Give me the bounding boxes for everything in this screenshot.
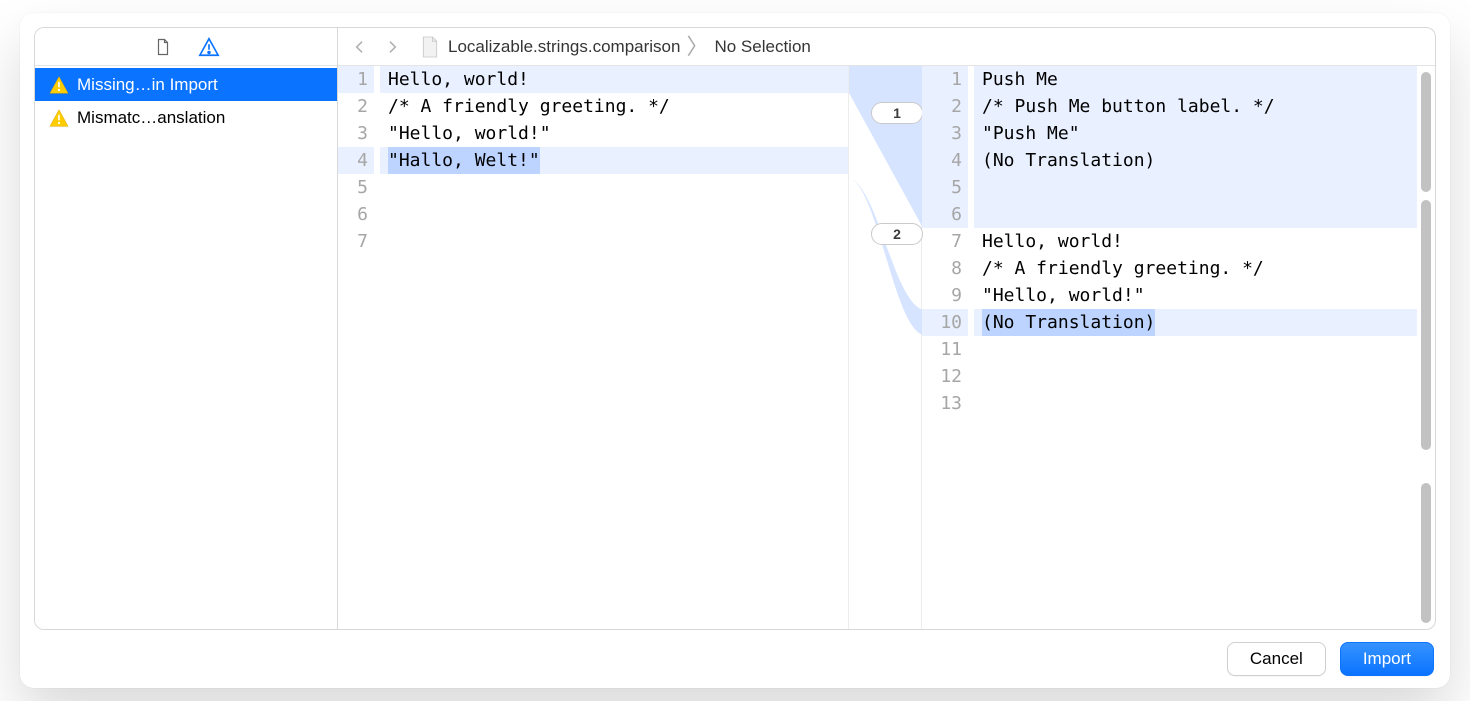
breadcrumb-selection[interactable]: No Selection [714,37,810,57]
file-icon [420,35,440,59]
right-code-line[interactable]: Hello, world! [974,228,1417,255]
left-code-line[interactable] [380,228,848,255]
right-code-line[interactable]: /* Push Me button label. */ [974,93,1417,120]
dialog-footer: Cancel Import [20,630,1450,688]
breadcrumb-bar: Localizable.strings.comparison 〉 No Sele… [338,28,1435,66]
import-button[interactable]: Import [1340,642,1434,676]
diff-change-badge-1[interactable]: 1 [871,102,923,124]
right-code-line[interactable]: (No Translation) [974,147,1417,174]
diff-left-pane[interactable]: 1234567 Hello, world!/* A friendly greet… [338,66,848,629]
warning-icon [49,75,69,95]
breadcrumb-separator-icon: 〉 [684,29,710,61]
warning-icon [49,108,69,128]
diff-editor: 1234567 Hello, world!/* A friendly greet… [338,66,1435,629]
content-area: Missing…in Import Mismatc…anslation [34,27,1436,630]
cancel-button[interactable]: Cancel [1227,642,1326,676]
diff-right-pane[interactable]: 12345678910111213 Push Me/* Push Me butt… [922,66,1435,629]
issue-label: Missing…in Import [77,75,323,95]
tab-files-icon[interactable] [152,36,174,58]
vertical-scrollbar[interactable] [1419,70,1433,625]
left-code-line[interactable]: "Hallo, Welt!" [380,147,848,174]
main-panel: Localizable.strings.comparison 〉 No Sele… [338,28,1435,629]
right-code-line[interactable] [974,363,1417,390]
right-code-line[interactable] [974,390,1417,417]
right-code-line[interactable] [974,336,1417,363]
right-code-line[interactable]: Push Me [974,66,1417,93]
left-code-line[interactable] [380,174,848,201]
left-code-line[interactable]: "Hello, world!" [380,120,848,147]
right-code-line[interactable]: "Hello, world!" [974,282,1417,309]
sidebar-tab-bar [35,28,337,66]
issues-list: Missing…in Import Mismatc…anslation [35,66,337,629]
nav-back-button[interactable] [346,33,374,61]
right-code-line[interactable] [974,174,1417,201]
left-code-line[interactable]: /* A friendly greeting. */ [380,93,848,120]
issue-label: Mismatc…anslation [77,108,323,128]
left-code-line[interactable]: Hello, world! [380,66,848,93]
right-code-line[interactable]: /* A friendly greeting. */ [974,255,1417,282]
import-localization-sheet: Missing…in Import Mismatc…anslation [20,13,1450,688]
right-code-line[interactable] [974,201,1417,228]
right-code-line[interactable]: "Push Me" [974,120,1417,147]
issue-row-mismatched-translation[interactable]: Mismatc…anslation [35,101,337,134]
issue-row-missing-in-import[interactable]: Missing…in Import [35,68,337,101]
issues-sidebar: Missing…in Import Mismatc…anslation [35,28,338,629]
right-code-line[interactable]: (No Translation) [974,309,1417,336]
breadcrumb-file[interactable]: Localizable.strings.comparison [448,37,680,57]
left-code-line[interactable] [380,201,848,228]
tab-warnings-icon[interactable] [198,36,220,58]
diff-change-badge-2[interactable]: 2 [871,223,923,245]
nav-forward-button[interactable] [378,33,406,61]
diff-change-gutter: 1 2 [848,66,922,629]
